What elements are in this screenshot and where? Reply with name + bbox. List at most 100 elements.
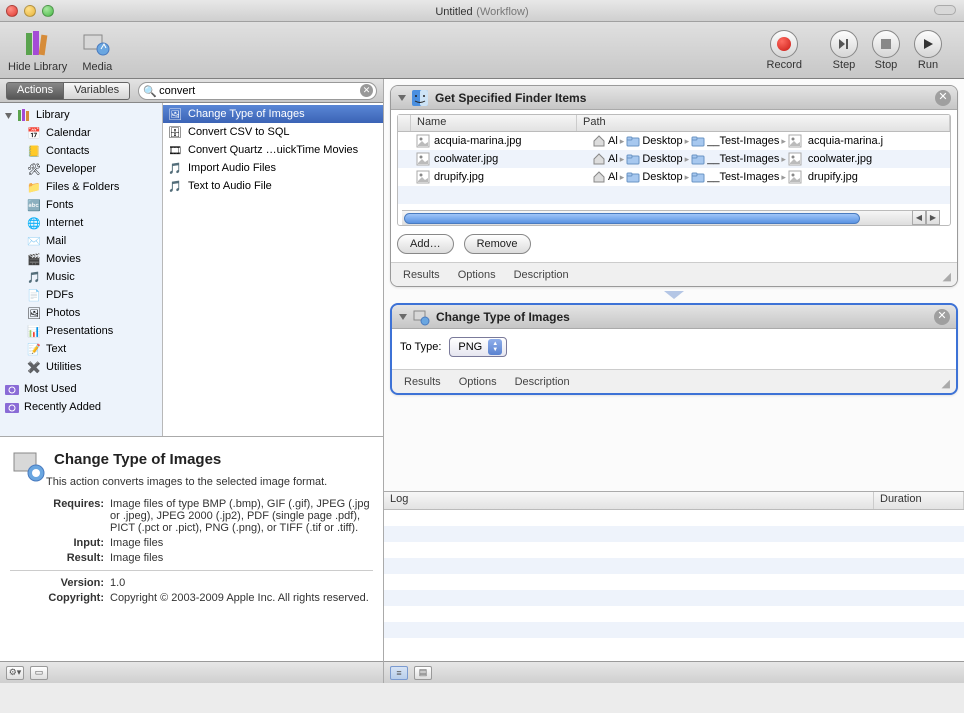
library-item[interactable]: ✖️Utilities [0,358,162,376]
action-connector [390,291,958,301]
description-tab[interactable]: Description [515,376,570,388]
category-icon: 🛠 [26,161,42,177]
library-item[interactable]: 📝Text [0,340,162,358]
books-icon [16,107,32,123]
media-button[interactable]: Media [81,28,113,73]
library-item[interactable]: 🎵Music [0,268,162,286]
action-list[interactable]: 🖼Change Type of Images🗄Convert CSV to SQ… [163,103,383,436]
file-row[interactable]: drupify.jpgAl▸Desktop▸__Test-Images▸drup… [398,168,950,186]
step-label: Step [833,59,856,71]
run-button[interactable]: Run [914,30,942,71]
tab-variables[interactable]: Variables [64,82,130,100]
resize-grip-icon[interactable]: ◢ [943,270,951,283]
record-label: Record [767,59,802,71]
library-item[interactable]: 🖼Photos [0,304,162,322]
results-tab[interactable]: Results [404,376,441,388]
action-icon: 🎵 [167,178,183,194]
log-col-header[interactable]: Log [384,492,874,509]
workflow-status-bar: ≡ ▤ [384,661,964,683]
col-path-header[interactable]: Path [577,115,950,131]
category-icon: 📄 [26,287,42,303]
remove-action-button[interactable]: ✕ [934,309,950,325]
hide-library-label: Hide Library [8,61,67,73]
library-item-label: Movies [46,253,81,265]
stop-icon [872,30,900,58]
hide-library-button[interactable]: Hide Library [8,28,67,73]
action-header[interactable]: Change Type of Images ✕ [392,305,956,329]
options-tab[interactable]: Options [459,376,497,388]
search-field[interactable]: 🔍 ✕ [138,82,377,100]
library-root[interactable]: Library [0,106,162,124]
category-icon: 📊 [26,323,42,339]
tab-actions[interactable]: Actions [6,82,64,100]
action-change-type-of-images[interactable]: Change Type of Images ✕ To Type: PNG ▲▼ … [390,303,958,395]
library-item[interactable]: 🎬Movies [0,250,162,268]
library-item[interactable]: 📁Files & Folders [0,178,162,196]
action-list-item[interactable]: 🖼Change Type of Images [163,105,383,123]
stop-button[interactable]: Stop [872,30,900,71]
horizontal-scrollbar[interactable] [402,210,932,225]
record-button[interactable]: Record [767,30,802,71]
step-button[interactable]: Step [830,30,858,71]
duration-col-header[interactable]: Duration [874,492,964,509]
view-list-button[interactable]: ≡ [390,666,408,680]
library-item[interactable]: 🌐Internet [0,214,162,232]
action-icon: 🎞 [167,142,183,158]
action-item-label: Convert CSV to SQL [188,126,290,138]
to-type-select[interactable]: PNG ▲▼ [449,337,507,357]
library-most-used-label: Most Used [24,383,77,395]
workflow-area[interactable]: Get Specified Finder Items ✕ Name Path a… [384,79,964,491]
library-recently-added[interactable]: Recently Added [0,398,162,416]
library-item[interactable]: 📄 PDFs [0,286,162,304]
disclosure-icon [4,111,13,120]
toggle-pane-button[interactable]: ▭ [30,666,48,680]
action-list-item[interactable]: 🗄Convert CSV to SQL [163,123,383,141]
library-item[interactable]: ✉️Mail [0,232,162,250]
library-item[interactable]: 📅Calendar [0,124,162,142]
library-item[interactable]: 📒Contacts [0,142,162,160]
view-log-button[interactable]: ▤ [414,666,432,680]
window-titlebar: Untitled (Workflow) [0,0,964,22]
action-header[interactable]: Get Specified Finder Items ✕ [391,86,957,110]
library-item-label: PDFs [46,289,74,301]
file-row[interactable]: coolwater.jpgAl▸Desktop▸__Test-Images▸co… [398,150,950,168]
category-icon: 📅 [26,125,42,141]
library-item-label: Photos [46,307,80,319]
action-list-item[interactable]: 🎵Import Audio Files [163,159,383,177]
to-type-value: PNG [458,341,482,353]
version-value: 1.0 [110,577,373,589]
clear-search-button[interactable]: ✕ [360,84,373,97]
action-list-item[interactable]: 🎞Convert Quartz …uickTime Movies [163,141,383,159]
library-most-used[interactable]: Most Used [0,380,162,398]
record-icon [770,30,798,58]
col-name-header[interactable]: Name [411,115,577,131]
resize-grip-icon[interactable]: ◢ [942,377,950,390]
file-row[interactable]: acquia-marina.jpgAl▸Desktop▸__Test-Image… [398,132,950,150]
action-item-label: Change Type of Images [188,108,305,120]
remove-button[interactable]: Remove [464,234,531,254]
disclosure-icon[interactable] [397,93,407,103]
options-tab[interactable]: Options [458,269,496,281]
action-title: Change Type of Images [436,310,934,324]
results-tab[interactable]: Results [403,269,440,281]
toolbar-toggle-button[interactable] [934,5,956,15]
library-item[interactable]: 🛠Developer [0,160,162,178]
remove-action-button[interactable]: ✕ [935,90,951,106]
library-item-label: Utilities [46,361,81,373]
disclosure-icon[interactable] [398,312,408,322]
gear-menu-button[interactable]: ⚙▾ [6,666,24,680]
action-list-item[interactable]: 🎵Text to Audio File [163,177,383,195]
category-icon: 📝 [26,341,42,357]
action-icon: 🎵 [167,160,183,176]
add-button[interactable]: Add… [397,234,454,254]
scroll-left-button[interactable]: ◀ [912,210,926,225]
search-input[interactable] [138,82,377,100]
library-item[interactable]: 📊 Presentations [0,322,162,340]
scroll-right-button[interactable]: ▶ [926,210,940,225]
library-item[interactable]: 🔤Fonts [0,196,162,214]
action-get-specified-finder-items[interactable]: Get Specified Finder Items ✕ Name Path a… [390,85,958,287]
library-tree[interactable]: Library 📅Calendar📒Contacts🛠Developer📁Fil… [0,103,163,436]
library-item-label: Presentations [46,325,113,337]
description-tab[interactable]: Description [514,269,569,281]
books-icon [22,28,54,60]
